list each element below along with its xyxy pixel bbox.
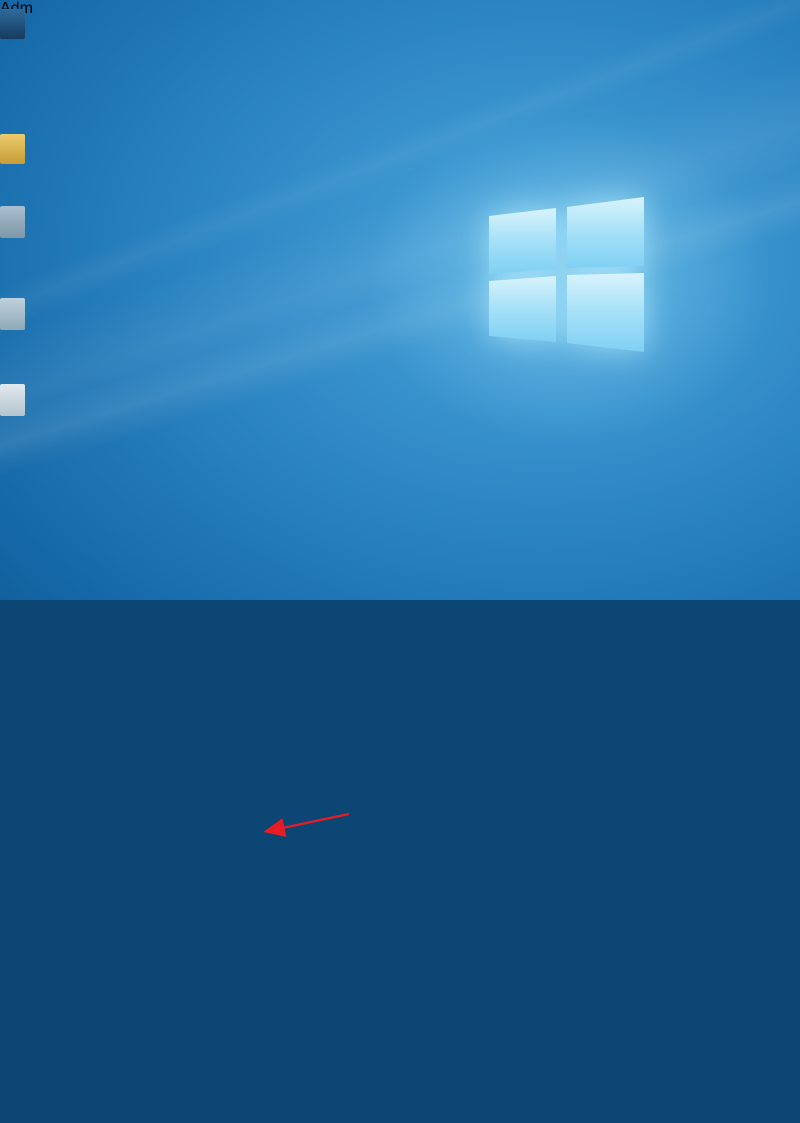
light-beam [0,32,800,487]
desktop-icon-partial[interactable] [0,298,25,330]
desktop-icon-partial[interactable] [0,9,25,39]
annotation-arrow [0,518,800,1118]
desktop-icon-partial[interactable] [0,134,25,164]
light-beam [0,0,800,338]
windows-logo-glow [310,70,800,490]
windows-logo [0,0,800,600]
desktop-icon-partial[interactable] [0,206,25,238]
desktop-icon-partial[interactable] [0,384,25,416]
desktop-icon-partial[interactable] [0,458,25,490]
light-beam [0,128,800,492]
desktop-icon-label: Adm [0,0,800,18]
desktop-background: Adm [0,0,800,600]
